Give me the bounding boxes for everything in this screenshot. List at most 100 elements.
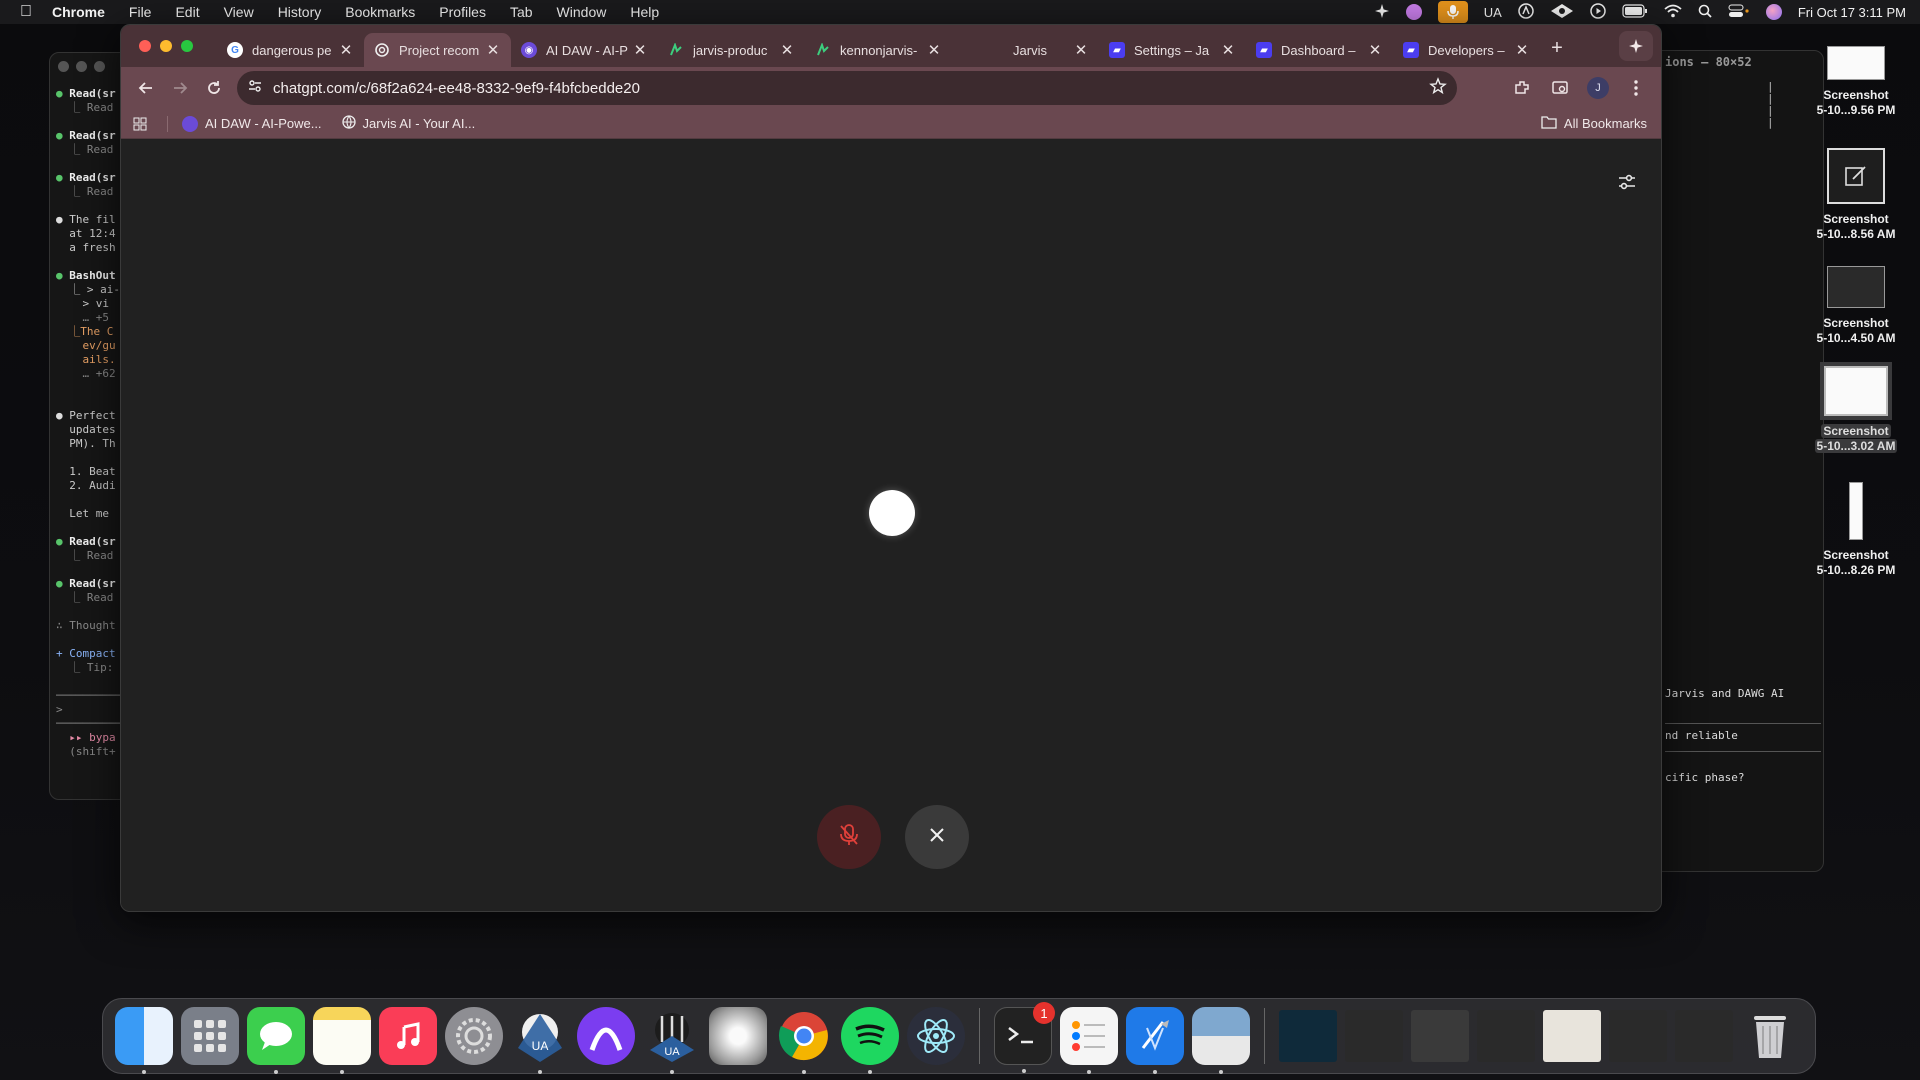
diamond-status-icon[interactable] bbox=[1550, 3, 1574, 22]
status-text-ua[interactable]: UA bbox=[1484, 5, 1502, 20]
vpn-status-icon[interactable] bbox=[1518, 2, 1534, 22]
menu-edit[interactable]: Edit bbox=[163, 4, 211, 20]
close-tab-icon[interactable]: ✕ bbox=[338, 41, 354, 59]
trash-icon[interactable] bbox=[1741, 1007, 1799, 1065]
menu-profiles[interactable]: Profiles bbox=[427, 4, 498, 20]
menu-tab[interactable]: Tab bbox=[498, 4, 545, 20]
menu-help[interactable]: Help bbox=[618, 4, 671, 20]
launchpad-icon[interactable] bbox=[181, 1007, 239, 1065]
close-icon bbox=[928, 826, 946, 849]
bookmark-ai-daw[interactable]: AI DAW - AI-Powe... bbox=[182, 115, 322, 132]
tab-ai-daw[interactable]: ◉ AI DAW - AI-P ✕ bbox=[511, 33, 658, 67]
minimized-window-thumbnail[interactable] bbox=[1345, 1010, 1403, 1062]
siri-icon[interactable] bbox=[1765, 4, 1782, 20]
ua-console-icon[interactable]: UA bbox=[643, 1007, 701, 1074]
new-tab-button[interactable]: + bbox=[1540, 37, 1574, 60]
system-settings-icon[interactable] bbox=[445, 1007, 503, 1065]
close-tab-icon[interactable]: ✕ bbox=[1514, 41, 1530, 59]
tab-settings[interactable]: ▰ Settings – Ja ✕ bbox=[1099, 33, 1246, 67]
microphone-in-use-icon[interactable] bbox=[1437, 1, 1468, 23]
tab-developers[interactable]: ▰ Developers – ✕ bbox=[1393, 33, 1540, 67]
tab-jarvis-produc[interactable]: jarvis-produc ✕ bbox=[658, 33, 805, 67]
menu-window[interactable]: Window bbox=[545, 4, 619, 20]
unmute-microphone-button[interactable] bbox=[817, 805, 881, 869]
desktop-file-screenshot[interactable]: Screenshot 5-10...8.26 PM bbox=[1808, 482, 1904, 578]
finder-icon[interactable] bbox=[115, 1007, 173, 1074]
preview-icon[interactable] bbox=[1192, 1007, 1250, 1074]
close-tab-icon[interactable]: ✕ bbox=[779, 41, 795, 59]
electron-icon[interactable] bbox=[907, 1007, 965, 1065]
desktop-file-screenshot[interactable]: Screenshot 5-10...4.50 AM bbox=[1808, 266, 1904, 346]
battery-icon[interactable] bbox=[1622, 3, 1648, 21]
tab-dangerous-pe[interactable]: G dangerous pe ✕ bbox=[217, 33, 364, 67]
minimized-window-thumbnail[interactable] bbox=[1609, 1010, 1667, 1062]
close-tab-icon[interactable]: ✕ bbox=[485, 41, 501, 59]
chrome-menu-icon[interactable] bbox=[1619, 71, 1653, 105]
wifi-icon[interactable] bbox=[1664, 4, 1682, 21]
arc-purple-icon[interactable] bbox=[577, 1007, 635, 1065]
voice-settings-sliders-icon[interactable] bbox=[1615, 170, 1639, 194]
bookmark-jarvis-ai[interactable]: Jarvis AI - Your AI... bbox=[341, 115, 475, 132]
site-info-icon[interactable] bbox=[247, 78, 263, 98]
desktop-file-screenshot-selected[interactable]: Screenshot 5-10...3.02 AM bbox=[1808, 362, 1904, 454]
messages-icon[interactable] bbox=[247, 1007, 305, 1074]
minimized-window-thumbnail[interactable] bbox=[1477, 1010, 1535, 1062]
app-status-icon[interactable] bbox=[1405, 4, 1422, 20]
spotify-icon[interactable] bbox=[841, 1007, 899, 1074]
apps-grid-icon[interactable] bbox=[133, 117, 147, 131]
desktop-file-screenshot[interactable]: Screenshot 5-10...9.56 PM bbox=[1808, 46, 1904, 118]
menu-file[interactable]: File bbox=[117, 4, 164, 20]
forward-button[interactable] bbox=[163, 71, 197, 105]
apple-menu-icon[interactable]:  bbox=[0, 3, 52, 21]
terminal-rule bbox=[1665, 751, 1821, 752]
gemini-sparkle-button[interactable] bbox=[1619, 31, 1653, 61]
back-button[interactable] bbox=[129, 71, 163, 105]
menu-view[interactable]: View bbox=[212, 4, 266, 20]
menu-bookmarks[interactable]: Bookmarks bbox=[333, 4, 427, 20]
reminders-icon[interactable] bbox=[1060, 1007, 1118, 1074]
tab-search-icon[interactable] bbox=[1543, 71, 1577, 105]
extensions-icon[interactable] bbox=[1505, 71, 1539, 105]
reload-button[interactable] bbox=[197, 71, 231, 105]
close-tab-icon[interactable]: ✕ bbox=[632, 41, 648, 59]
minimized-window-thumbnail[interactable] bbox=[1543, 1010, 1601, 1062]
minimized-window-thumbnail[interactable] bbox=[1675, 1010, 1733, 1062]
play-status-icon[interactable] bbox=[1590, 2, 1606, 22]
close-tab-icon[interactable]: ✕ bbox=[1220, 41, 1236, 59]
address-bar[interactable]: chatgpt.com/c/68f2a624-ee48-8332-9ef9-f4… bbox=[237, 71, 1457, 105]
minimize-window-icon[interactable] bbox=[160, 40, 172, 52]
close-window-icon[interactable] bbox=[139, 40, 151, 52]
background-terminal-window-right[interactable]: ions — 80×52 | | | | Jarvis and DAWG AI nd … bbox=[1640, 50, 1824, 872]
control-center-icon[interactable] bbox=[1728, 4, 1750, 21]
terminal-icon[interactable]: 1 bbox=[994, 1002, 1055, 1073]
logic-pro-icon[interactable] bbox=[709, 1007, 767, 1065]
music-icon[interactable] bbox=[379, 1007, 437, 1065]
xcode-icon[interactable] bbox=[1126, 1007, 1184, 1074]
menu-history[interactable]: History bbox=[266, 4, 334, 20]
menu-app-name[interactable]: Chrome bbox=[52, 4, 117, 20]
bookmarks-divider bbox=[167, 115, 168, 132]
close-tab-icon[interactable]: ✕ bbox=[1367, 41, 1383, 59]
end-voice-session-button[interactable] bbox=[905, 805, 969, 869]
voice-activity-orb bbox=[869, 490, 915, 536]
close-tab-icon[interactable]: ✕ bbox=[1073, 41, 1089, 59]
tab-dashboard[interactable]: ▰ Dashboard – ✕ bbox=[1246, 33, 1393, 67]
minimized-window-thumbnail[interactable] bbox=[1411, 1010, 1469, 1062]
tab-kennonjarvis[interactable]: kennonjarvis- ✕ bbox=[805, 33, 952, 67]
notes-icon[interactable] bbox=[313, 1007, 371, 1074]
sparkle-status-icon[interactable] bbox=[1374, 3, 1390, 22]
zoom-window-icon[interactable] bbox=[181, 40, 193, 52]
desktop-file-screenshot[interactable]: Screenshot 5-10...8.56 AM bbox=[1808, 148, 1904, 242]
spotlight-search-icon[interactable] bbox=[1698, 4, 1712, 21]
app-icon: ▰ bbox=[1256, 42, 1272, 58]
bookmark-star-icon[interactable] bbox=[1429, 77, 1447, 99]
menubar-datetime[interactable]: Fri Oct 17 3:11 PM bbox=[1798, 5, 1906, 20]
tab-project-recom[interactable]: Project recom ✕ bbox=[364, 33, 511, 67]
ua-connect-icon[interactable]: UA bbox=[511, 1007, 569, 1074]
profile-avatar[interactable]: J bbox=[1581, 71, 1615, 105]
chrome-icon[interactable] bbox=[775, 1007, 833, 1074]
all-bookmarks-button[interactable]: All Bookmarks bbox=[1541, 115, 1647, 132]
tab-jarvis[interactable]: Jarvis ✕ bbox=[952, 33, 1099, 67]
close-tab-icon[interactable]: ✕ bbox=[926, 41, 942, 59]
minimized-window-thumbnail[interactable] bbox=[1279, 1010, 1337, 1062]
